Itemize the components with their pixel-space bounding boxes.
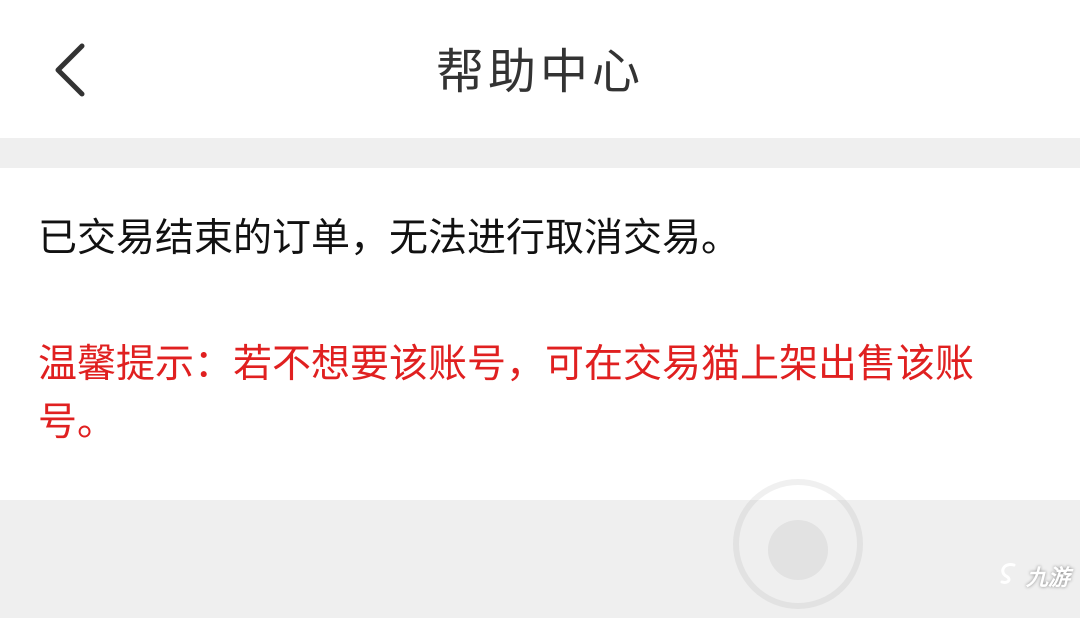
help-content: 已交易结束的订单，无法进行取消交易。 温馨提示：若不想要该账号，可在交易猫上架出… — [0, 168, 1080, 500]
warm-tip-text: 温馨提示：若不想要该账号，可在交易猫上架出售该账号。 — [38, 336, 1048, 452]
watermark-logo — [728, 474, 868, 614]
top-nav-bar: 帮助中心 — [0, 0, 1080, 138]
answer-text: 已交易结束的订单，无法进行取消交易。 — [38, 210, 1048, 268]
page-title: 帮助中心 — [0, 40, 1080, 104]
brand-label: 九游 — [1026, 560, 1070, 592]
corner-brand-logo: 九游 — [996, 560, 1070, 592]
swirl-icon — [996, 560, 1022, 592]
section-divider — [0, 138, 1080, 168]
